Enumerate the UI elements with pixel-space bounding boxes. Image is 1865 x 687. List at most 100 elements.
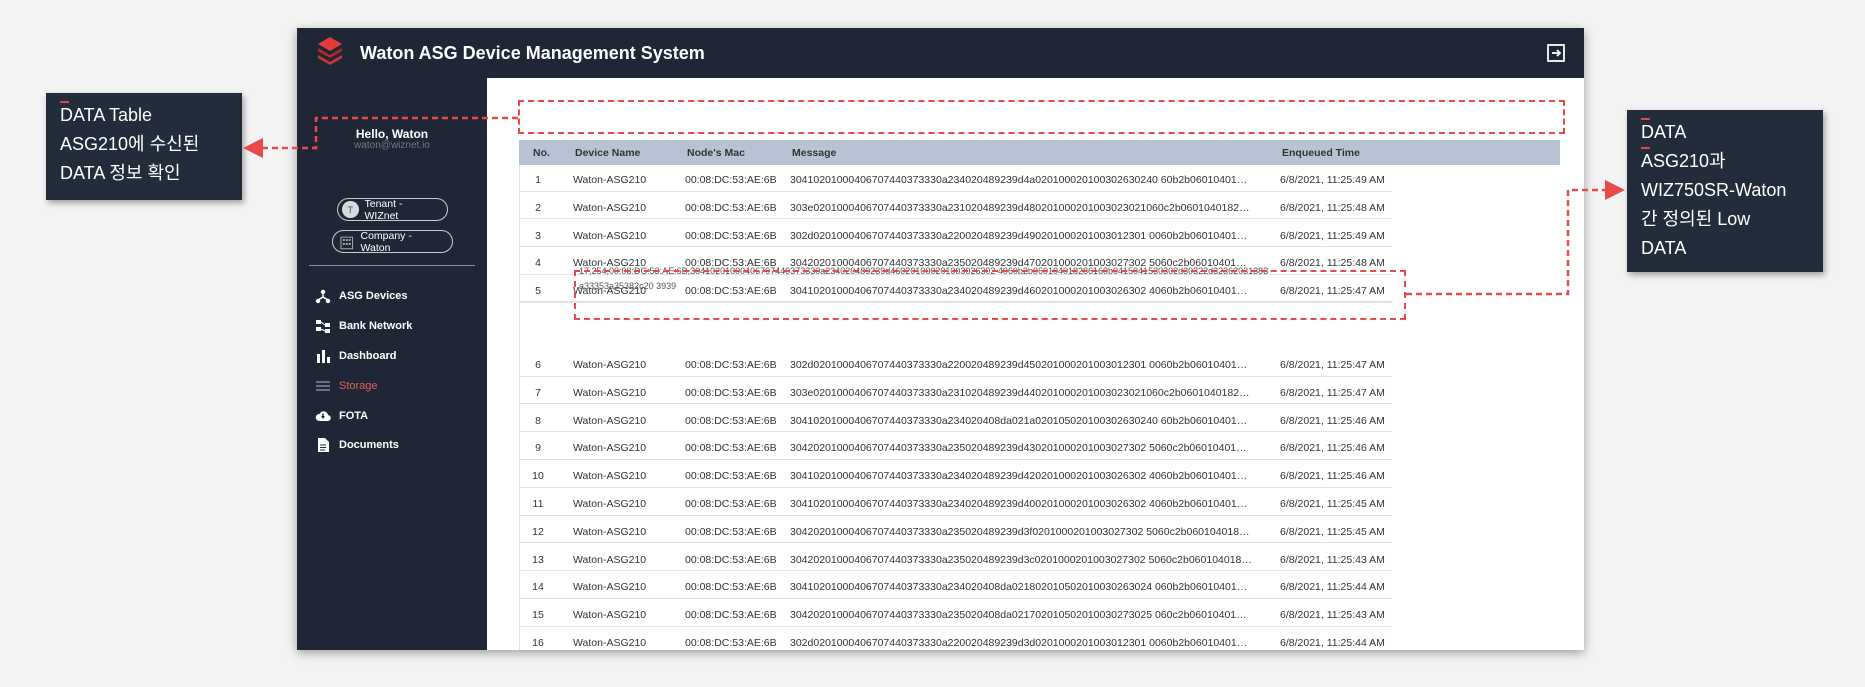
- app-title: Waton ASG Device Management System: [360, 43, 705, 63]
- column-header-enqueued-time[interactable]: Enqueued Time: [1282, 147, 1360, 159]
- row-node-mac: 00:08:DC:53:AE:6B: [685, 525, 777, 538]
- row-message: 30410201000406707440373330a234020408da02…: [790, 414, 1252, 427]
- row-device-name: Waton-ASG210: [573, 581, 647, 594]
- row-enqueued-time: 6/8/2021, 11:25:46 AM: [1280, 414, 1385, 427]
- row-message: 30410201000406707440373330a234020408da02…: [790, 581, 1252, 594]
- column-header-no[interactable]: No.: [533, 147, 550, 159]
- row-node-mac: 00:08:DC:53:AE:6B: [685, 174, 777, 186]
- row-message: 30410201000406707440373330a234020489239d…: [790, 174, 1252, 186]
- row-enqueued-time: 6/8/2021, 11:25:47 AM: [1280, 386, 1385, 399]
- row-number: 11: [532, 498, 544, 510]
- row-message: 30420201000406707440373330a235020408da02…: [790, 609, 1252, 622]
- company-label: Company - Waton: [360, 229, 412, 254]
- table-row[interactable]: 8 Waton-ASG210 00:08:DC:53:AE:6B 3041020100…: [519, 409, 1392, 433]
- row-message: 30420201000406707440373330a235020489239d…: [790, 553, 1252, 566]
- row-node-mac: 00:08:DC:53:AE:6B: [685, 498, 777, 510]
- sidebar-item-fota[interactable]: FOTA: [315, 406, 368, 426]
- row-device-name: Waton-ASG210: [573, 470, 647, 483]
- row-number: 13: [532, 553, 544, 566]
- row-device-name: Waton-ASG210: [573, 525, 647, 538]
- annotation-right-line5: DATA: [1641, 238, 1687, 258]
- sidebar-item-documents[interactable]: Documents: [315, 435, 399, 455]
- table-row[interactable]: 2 Waton-ASG210 00:08:DC:53:AE:6B 303e020100…: [519, 196, 1392, 220]
- row-number: 7: [535, 386, 541, 399]
- table-row[interactable]: 9 Waton-ASG210 00:08:DC:53:AE:6B 3042020100…: [519, 436, 1392, 460]
- table-row[interactable]: 10 Waton-ASG210 00:08:DC:53:AE:6B 304102010…: [519, 464, 1392, 488]
- row-enqueued-time: 6/8/2021, 11:25:49 AM: [1280, 229, 1385, 242]
- table-row[interactable]: 15 Waton-ASG210 00:08:DC:53:AE:6B 304202010…: [519, 603, 1392, 627]
- row-message: 30410201000406707440373330a234020489239d…: [790, 470, 1252, 483]
- document-icon: [318, 438, 329, 452]
- row-enqueued-time: 6/8/2021, 11:25:47 AM: [1280, 359, 1385, 371]
- sidebar-item-storage[interactable]: Storage: [315, 376, 378, 396]
- row-message: 30410201000406707440373330a234020489239d…: [790, 498, 1252, 510]
- row-node-mac: 00:08:DC:53:AE:6B: [685, 581, 777, 594]
- column-header-message[interactable]: Message: [792, 147, 836, 159]
- sidebar-item-label: Storage: [339, 380, 378, 392]
- table-row[interactable]: 1 Waton-ASG210 00:08:DC:53:AE:6B 3041020100…: [519, 168, 1392, 192]
- row-device-name: Waton-ASG210: [573, 609, 647, 622]
- hierarchy-icon: [316, 320, 330, 333]
- row-message: 303e0201000406707440373330a231020489239d…: [790, 386, 1252, 399]
- annotation-right-line4: 간 정의된 Low: [1641, 209, 1751, 229]
- row-enqueued-time: 6/8/2021, 11:25:49 AM: [1280, 174, 1385, 186]
- row-number: 12: [532, 525, 544, 538]
- row-message: 302d0201000406707440373330a220020489239d…: [790, 637, 1252, 649]
- table-row[interactable]: 13 Waton-ASG210 00:08:DC:53:AE:6B 304202010…: [519, 548, 1392, 572]
- row-node-mac: 00:08:DC:53:AE:6B: [685, 553, 777, 566]
- tenant-label: Tenant - WIZnet: [364, 197, 403, 222]
- row-enqueued-time: 6/8/2021, 11:25:43 AM: [1280, 553, 1385, 566]
- storage-content: No. Device Name Node's Mac Message Enque…: [487, 78, 1584, 650]
- sidebar-item-asg-devices[interactable]: ASG Devices: [315, 286, 407, 306]
- row-number: 1: [535, 174, 541, 186]
- logout-icon[interactable]: [1546, 43, 1566, 63]
- user-greeting: Hello, Waton: [355, 127, 429, 141]
- annotation-left-title: DATA Table: [60, 101, 152, 130]
- table-row[interactable]: 7 Waton-ASG210 00:08:DC:53:AE:6B 303e020100…: [519, 381, 1392, 405]
- column-header-node-mac[interactable]: Node's Mac: [687, 147, 745, 159]
- user-email: waton@wiznet.io: [354, 140, 430, 151]
- row-node-mac: 00:08:DC:53:AE:6B: [685, 470, 777, 483]
- storage-list-icon: [316, 381, 330, 391]
- row-device-name: Waton-ASG210: [573, 229, 647, 242]
- annotation-left-line2: ASG210에 수신된: [60, 134, 200, 154]
- table-row[interactable]: 16 Waton-ASG210 00:08:DC:53:AE:6B 302d02010…: [519, 631, 1392, 650]
- sidebar-item-dashboard[interactable]: Dashboard: [315, 346, 396, 366]
- row-device-name: Waton-ASG210: [573, 414, 647, 427]
- sidebar-item-label: ASG Devices: [339, 290, 408, 302]
- sidebar-item-label: Documents: [339, 439, 399, 451]
- row-number: 8: [535, 414, 541, 427]
- row-device-name: Waton-ASG210: [573, 359, 647, 371]
- row-number: 2: [535, 201, 541, 214]
- table-row[interactable]: 12 Waton-ASG210 00:08:DC:53:AE:6B 304202010…: [519, 520, 1392, 544]
- row-device-name: Waton-ASG210: [573, 174, 647, 186]
- annotation-callout-data-table: DATA Table ASG210에 수신된 DATA 정보 확인: [46, 93, 242, 200]
- column-header-device-name[interactable]: Device Name: [575, 147, 640, 159]
- device-network-icon: [315, 289, 331, 304]
- row-node-mac: 00:08:DC:53:AE:6B: [685, 229, 777, 242]
- tenant-chip[interactable]: T Tenant - WIZnet: [337, 197, 448, 222]
- row-message: 302d0201000406707440373330a220020489239d…: [790, 359, 1252, 371]
- highlight-detail-row: [574, 270, 1406, 320]
- row-number: 9: [535, 442, 541, 455]
- table-row[interactable]: 6 Waton-ASG210 00:08:DC:53:AE:6B 302d020100…: [519, 353, 1392, 377]
- table-row[interactable]: 14 Waton-ASG210 00:08:DC:53:AE:6B 304102010…: [519, 575, 1392, 599]
- row-message: 302d0201000406707440373330a220020489239d…: [790, 229, 1252, 242]
- highlight-table-header: [518, 100, 1565, 134]
- sidebar-item-bank-network[interactable]: Bank Network: [315, 316, 412, 336]
- table-row[interactable]: 11 Waton-ASG210 00:08:DC:53:AE:6B 304102010…: [519, 492, 1392, 516]
- table-header: No. Device Name Node's Mac Message Enque…: [519, 140, 1560, 165]
- sidebar: Hello, Waton waton@wiznet.io T Tenant - …: [297, 78, 487, 650]
- row-node-mac: 00:08:DC:53:AE:6B: [685, 414, 777, 427]
- table-row[interactable]: 3 Waton-ASG210 00:08:DC:53:AE:6B 302d020100…: [519, 224, 1392, 248]
- sidebar-item-label: Dashboard: [339, 350, 397, 362]
- row-node-mac: 00:08:DC:53:AE:6B: [685, 386, 777, 399]
- company-chip[interactable]: Company - Waton: [332, 229, 453, 254]
- row-message: 303e0201000406707440373330a231020489239d…: [790, 201, 1252, 214]
- row-device-name: Waton-ASG210: [573, 553, 647, 566]
- annotation-right-line3: WIZ750SR-Waton: [1641, 180, 1787, 200]
- row-enqueued-time: 6/8/2021, 11:25:45 AM: [1280, 498, 1385, 510]
- row-message: 30420201000406707440373330a235020489239d…: [790, 525, 1252, 538]
- row-enqueued-time: 6/8/2021, 11:25:48 AM: [1280, 201, 1385, 214]
- tenant-avatar: T: [342, 201, 359, 218]
